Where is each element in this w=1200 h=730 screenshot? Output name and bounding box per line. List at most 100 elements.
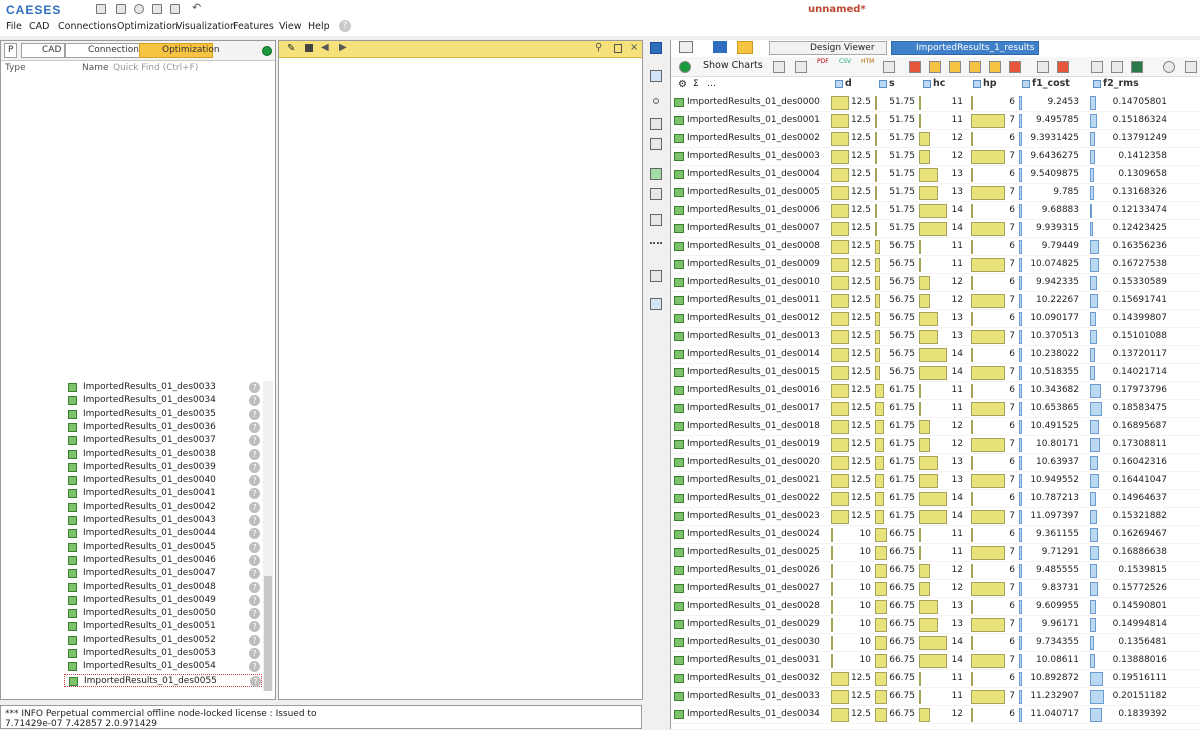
tree-item[interactable]: ImportedResults_01_des0051? [64, 620, 262, 633]
column-hp[interactable]: hp [973, 78, 997, 89]
filter-red-icon[interactable] [909, 61, 921, 73]
search-icon[interactable]: ⚲ [595, 42, 602, 53]
menu-features[interactable]: Features [233, 21, 274, 32]
clear-icon[interactable] [1163, 61, 1175, 73]
flag-icon[interactable] [1009, 61, 1021, 73]
menu-file[interactable]: File [6, 21, 22, 32]
chart-icon[interactable] [1111, 61, 1123, 73]
tab-p[interactable]: P [4, 43, 18, 58]
select-icon[interactable] [650, 70, 662, 82]
filter-icon[interactable] [929, 61, 941, 73]
tree-item[interactable]: ImportedResults_01_des0034? [64, 394, 262, 407]
table-row[interactable]: ImportedResults_01_des0010 12.5 56.75 12 6 9.… [671, 274, 1200, 292]
tree-item[interactable]: ImportedResults_01_des0046? [64, 554, 262, 567]
tree-item[interactable]: ImportedResults_01_des0041? [64, 487, 262, 500]
layout-menu-icon[interactable] [679, 41, 693, 53]
sketch-icon[interactable] [650, 270, 662, 282]
table-row[interactable]: ImportedResults_01_des0029 10 66.75 13 7 9.96… [671, 616, 1200, 634]
tree-item[interactable]: ImportedResults_01_des0037? [64, 434, 262, 447]
x-axis-icon[interactable] [773, 61, 785, 73]
tree-item[interactable]: ImportedResults_01_des0047? [64, 567, 262, 580]
play-icon[interactable] [737, 41, 753, 54]
table-row[interactable]: ImportedResults_01_des0031 10 66.75 14 7 10.0… [671, 652, 1200, 670]
table-row[interactable]: ImportedResults_01_des0032 12.5 66.75 11 6 10… [671, 670, 1200, 688]
table-row[interactable]: ImportedResults_01_des0020 12.5 61.75 13 6 10… [671, 454, 1200, 472]
forward-icon[interactable]: ▶ [339, 42, 347, 53]
menu-icon[interactable] [1185, 61, 1197, 73]
table-row[interactable]: ImportedResults_01_des0006 12.5 51.75 14 6 9.… [671, 202, 1200, 220]
close-project-icon[interactable] [134, 4, 144, 14]
table-row[interactable]: ImportedResults_01_des0030 10 66.75 14 6 9.73… [671, 634, 1200, 652]
group-icon[interactable] [989, 61, 1001, 73]
tab-connections[interactable]: Connections [65, 43, 148, 58]
copy-icon[interactable] [883, 61, 895, 73]
folder-icon[interactable] [650, 42, 662, 54]
tree-item[interactable]: ImportedResults_01_des0052? [64, 634, 262, 647]
folder-icon[interactable] [713, 41, 727, 53]
settings-icon[interactable]: ⚙ [678, 79, 687, 90]
table-row[interactable]: ImportedResults_01_des0017 12.5 61.75 11 7 10… [671, 400, 1200, 418]
tree-scrollbar[interactable] [263, 381, 273, 691]
tree-item[interactable]: ImportedResults_01_des0048? [64, 581, 262, 594]
tab-design-viewer[interactable]: Design Viewer [769, 41, 887, 55]
tree-item[interactable]: ImportedResults_01_des0042? [64, 501, 262, 514]
menu-help[interactable]: Help [308, 21, 330, 32]
tree-item[interactable]: ImportedResults_01_des0033? [64, 381, 262, 394]
export-pdf-button[interactable]: PDF [817, 58, 829, 65]
menu-optimization[interactable]: Optimization [117, 21, 178, 32]
tab-results[interactable]: ImportedResults_1_results [891, 41, 1039, 55]
table-row[interactable]: ImportedResults_01_des0000 12.5 51.75 11 6 9.… [671, 94, 1200, 112]
column-hc[interactable]: hc [923, 78, 945, 89]
back-icon[interactable]: ◀ [321, 42, 329, 53]
table-row[interactable]: ImportedResults_01_des0013 12.5 56.75 13 7 10… [671, 328, 1200, 346]
stop-icon[interactable] [305, 44, 313, 52]
close-icon[interactable]: × [630, 42, 638, 53]
tree-item[interactable]: ImportedResults_01_des0038? [64, 448, 262, 461]
tree-item[interactable]: ImportedResults_01_des0050? [64, 607, 262, 620]
scrollbar-thumb[interactable] [264, 576, 272, 691]
tree-item[interactable]: ImportedResults_01_des0053? [64, 647, 262, 660]
menu-cad[interactable]: CAD [29, 21, 49, 32]
table-row[interactable]: ImportedResults_01_des0022 12.5 61.75 14 6 10… [671, 490, 1200, 508]
quick-find-input[interactable]: Quick Find (Ctrl+F) [113, 63, 198, 73]
column-f2-rms[interactable]: f2_rms [1093, 78, 1139, 89]
export-htm-button[interactable]: HTM [861, 58, 874, 65]
parameter-icon[interactable] [650, 214, 662, 226]
menu-visualization[interactable]: Visualization [176, 21, 236, 32]
column-d[interactable]: d [835, 78, 852, 89]
fit-icon[interactable] [795, 61, 807, 73]
table-row[interactable]: ImportedResults_01_des0016 12.5 61.75 11 6 10… [671, 382, 1200, 400]
star-icon[interactable] [949, 61, 961, 73]
sum-icon[interactable]: Σ [693, 79, 699, 89]
table-row[interactable]: ImportedResults_01_des0004 12.5 51.75 13 6 9.… [671, 166, 1200, 184]
table-row[interactable]: ImportedResults_01_des0011 12.5 56.75 12 7 10… [671, 292, 1200, 310]
show-charts-button[interactable]: Show Charts [703, 60, 763, 71]
sort-icon[interactable] [969, 61, 981, 73]
table-row[interactable]: ImportedResults_01_des0023 12.5 61.75 14 7 11… [671, 508, 1200, 526]
export-csv-button[interactable]: CSV [839, 58, 851, 65]
shape-icon[interactable] [650, 188, 662, 200]
table-row[interactable]: ImportedResults_01_des0025 10 66.75 11 7 9.71… [671, 544, 1200, 562]
table-row[interactable]: ImportedResults_01_des0026 10 66.75 12 6 9.48… [671, 562, 1200, 580]
tree-item[interactable]: ImportedResults_01_des0039? [64, 461, 262, 474]
feature-icon[interactable] [650, 168, 662, 180]
menu-view[interactable]: View [279, 21, 302, 32]
table-row[interactable]: ImportedResults_01_des0024 10 66.75 11 6 9.36… [671, 526, 1200, 544]
layout-icon[interactable] [96, 4, 106, 14]
more-icon[interactable]: … [707, 79, 716, 89]
new-icon[interactable] [116, 4, 126, 14]
image-icon[interactable] [1131, 61, 1143, 73]
tree-item[interactable]: ImportedResults_01_des0036? [64, 421, 262, 434]
table-row[interactable]: ImportedResults_01_des0033 12.5 66.75 11 7 11… [671, 688, 1200, 706]
table-row[interactable]: ImportedResults_01_des0019 12.5 61.75 12 7 10… [671, 436, 1200, 454]
restore-icon[interactable] [614, 44, 622, 53]
pin-icon[interactable]: ✎ [287, 43, 295, 54]
table-row[interactable]: ImportedResults_01_des0018 12.5 61.75 12 6 10… [671, 418, 1200, 436]
table-row[interactable]: ImportedResults_01_des0003 12.5 51.75 12 7 9.… [671, 148, 1200, 166]
viewer-icon[interactable] [650, 298, 662, 310]
tree-item[interactable]: ImportedResults_01_des0043? [64, 514, 262, 527]
tree-item[interactable]: ImportedResults_01_des0040? [64, 474, 262, 487]
column-f1-cost[interactable]: f1_cost [1022, 78, 1070, 89]
column-s[interactable]: s [879, 78, 895, 89]
measure-icon[interactable] [650, 242, 662, 244]
